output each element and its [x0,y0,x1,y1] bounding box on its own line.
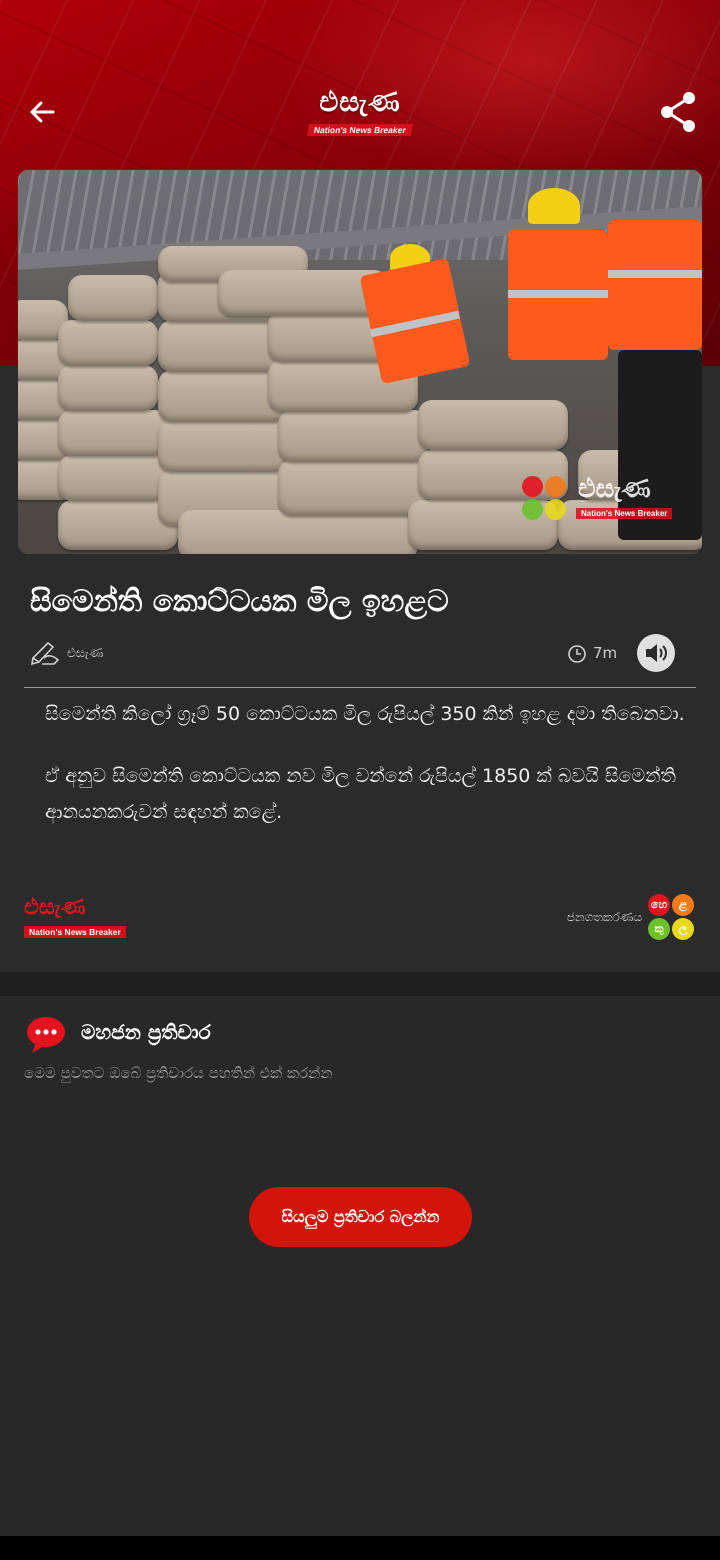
comments-title: මහජන ප්‍රතිචාර [81,1020,211,1044]
article-meta: එසැණ 7m [24,632,696,676]
writer-hand-icon [31,641,60,666]
app-logo: එසැණ Nation's News Breaker [300,86,420,136]
popularity-label: ජනගතකරණය [566,909,642,924]
popularity-widget[interactable]: ජනගතකරණය හෙ ළ කු ල [567,894,694,940]
share-button[interactable] [656,88,700,136]
system-nav-bar [0,1536,720,1560]
back-button[interactable] [22,92,62,132]
article-body: සිමෙන්ති කිලෝ ග්‍රෑම් 50 කොට්ටයක මිල රුප… [45,696,685,856]
author-name: එසැණ [67,646,104,661]
speaker-icon [646,644,667,662]
popularity-dots-icon: හෙ ළ කු ල [648,894,694,940]
article-paragraph: සිමෙන්ති කිලෝ ග්‍රෑම් 50 කොට්ටයක මිල රුප… [45,703,685,725]
article-hero-image: එසැණ Nation's News Breaker [18,170,702,554]
comments-section: මහජන ප්‍රතිචාර මෙම පුවතට ඔබේ ප්‍රතිචාරය … [0,996,720,1536]
read-aloud-button[interactable] [637,634,675,672]
top-app-bar: එසැණ Nation's News Breaker [0,80,720,144]
logo-tagline: Nation's News Breaker [307,124,413,136]
article-paragraph: ඒ අනුව සිමෙන්ති කොට්ටයක නව මිල වන්නේ රුප… [45,765,676,823]
share-icon [661,92,695,132]
section-separator [0,972,720,996]
publish-time: 7m [593,644,618,662]
image-watermark: එසැණ Nation's News Breaker [522,474,682,526]
chat-bubble-icon [27,1017,65,1053]
footer-brand-logo: එසැණ Nation's News Breaker [24,894,144,942]
article-page: එසැණ Nation's News Breaker එසැණ Nation's… [0,0,720,1560]
arrow-left-icon [30,101,55,123]
article-title: සිමෙන්ති කොට්ටයක මිල ඉහළට [30,584,449,619]
clock-icon [568,645,586,663]
meta-divider [24,687,696,688]
logo-word: එසැණ [319,85,401,118]
comments-subtitle: මෙම පුවතට ඔබේ ප්‍රතිචාරය පහතින් එක් කරන්… [24,1064,333,1082]
view-all-comments-button[interactable]: සියලුම ප්‍රතිචාර බලන්න [249,1187,472,1247]
